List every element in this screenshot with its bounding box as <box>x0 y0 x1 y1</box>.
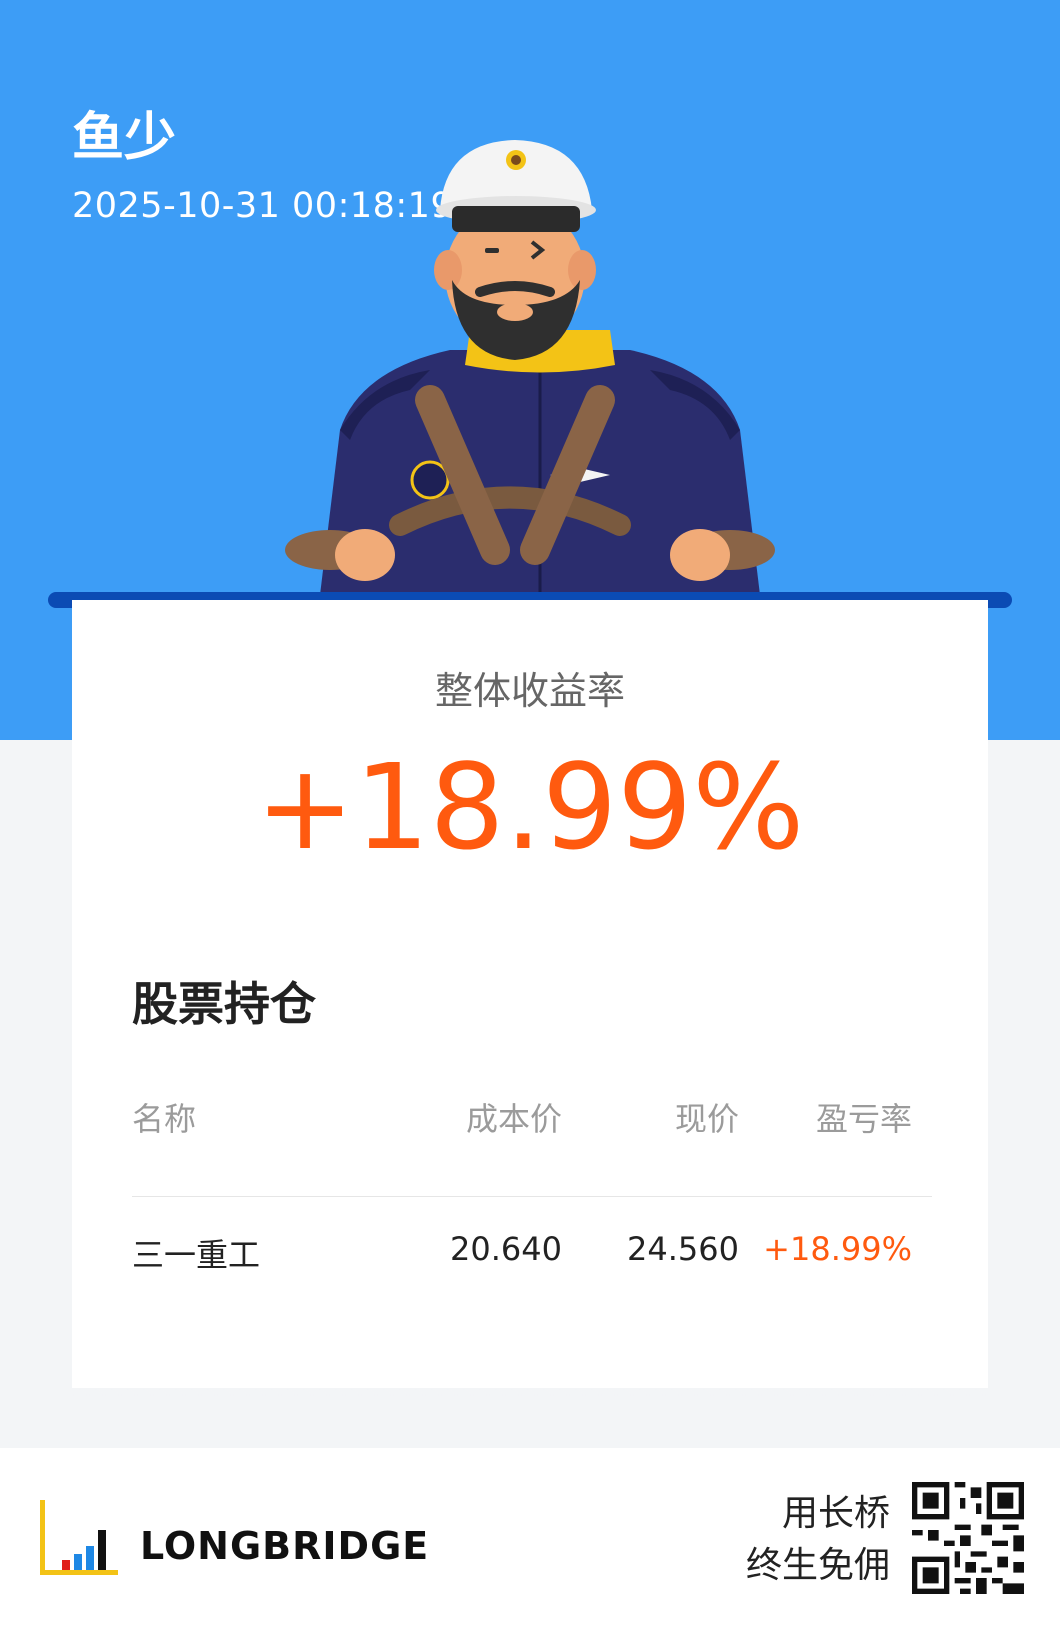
slogan: 用长桥 终生免佣 <box>746 1488 890 1592</box>
overall-return-value: +18.99% <box>255 738 805 876</box>
stock-profit-rate: +18.99% <box>763 1230 912 1268</box>
stock-current-price: 24.560 <box>627 1230 739 1268</box>
captain-illustration <box>285 140 775 595</box>
column-current-price: 现价 <box>674 1100 739 1138</box>
brand-name: LONGBRIDGE <box>140 1524 430 1568</box>
user-name: 鱼少 <box>72 108 177 168</box>
column-profit-rate: 盈亏率 <box>815 1100 912 1138</box>
slogan-line-2: 终生免佣 <box>745 1545 890 1586</box>
holdings-title: 股票持仓 <box>132 977 316 1031</box>
overall-return-label: 整体收益率 <box>434 669 625 713</box>
stock-name: 三一重工 <box>132 1236 261 1274</box>
longbridge-logo-icon <box>40 1500 118 1575</box>
stock-cost-price: 20.640 <box>450 1230 562 1268</box>
footer: LONGBRIDGE 用长桥 终生免佣 <box>0 1448 1060 1626</box>
table-divider <box>132 1196 932 1197</box>
slogan-line-1: 用长桥 <box>781 1493 890 1534</box>
column-name: 名称 <box>132 1100 197 1138</box>
result-card: 整体收益率 +18.99% 股票持仓 名称 成本价 现价 盈亏率 三一重工 20… <box>72 600 988 1388</box>
card-serrated-edge <box>72 1380 988 1396</box>
qr-code-icon[interactable] <box>912 1482 1024 1594</box>
column-cost-price: 成本价 <box>465 1100 562 1138</box>
